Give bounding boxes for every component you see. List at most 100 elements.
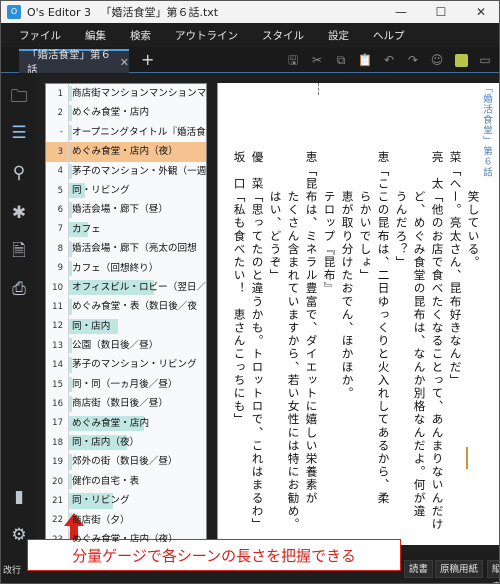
outline-row-text: 茅子のマンション・リビング xyxy=(72,359,197,371)
toolbar: 🖫 ✂ ⧉ 📋 ↶ ↷ ☺ ▭ xyxy=(281,51,497,69)
outline-list-icon[interactable]: ☰ xyxy=(7,121,31,145)
copy-icon[interactable]: ⧉ xyxy=(329,51,353,69)
menu-style[interactable]: スタイル xyxy=(250,28,316,43)
paste-icon[interactable]: 📋 xyxy=(353,51,377,69)
maximize-button[interactable]: ☐ xyxy=(421,1,461,23)
outline-row[interactable]: 21 同・リビング xyxy=(46,491,206,511)
outline-row[interactable]: 15 同・同（一ヵ月後／昼） xyxy=(46,374,206,395)
outline-row-text: 商店街マンションマンションマンシ xyxy=(72,88,206,99)
mode-reading-button[interactable]: 読書 xyxy=(404,560,434,578)
editor-header: 「婚活食堂」第６話 xyxy=(481,83,492,178)
window-title: O's Editor 3 「婚活食堂」第６話.txt xyxy=(27,4,381,20)
outline-row-text: オフィスビル・ロビー（翌日／午 xyxy=(72,281,206,293)
book-icon[interactable]: ▮ xyxy=(7,485,31,509)
editor-pane[interactable]: 「婚活食堂」第６話 笑している。 菜「へー。亮太さん、昆布好きなんだ」亮 太「他の… xyxy=(217,83,499,545)
outline-row-number: 3 xyxy=(57,146,63,157)
outline-row-text: 茅子のマンション・外観（一週 xyxy=(72,165,206,177)
outline-row-label: めぐみ食堂・表（数日後／夜 xyxy=(68,297,206,317)
outline-row-text: めぐみ食堂・店内（夜） xyxy=(72,146,178,158)
menu-edit[interactable]: 編集 xyxy=(73,28,118,43)
tab-label: 「婚活食堂」第６話 xyxy=(27,49,111,76)
outline-row[interactable]: 1 商店街マンションマンションマンシ xyxy=(46,84,206,104)
menu-file[interactable]: ファイル xyxy=(1,28,73,43)
menu-help[interactable]: ヘルプ xyxy=(361,28,417,43)
outline-row-number: 20 xyxy=(52,476,63,487)
outline-row[interactable]: 7 カフェ xyxy=(46,219,206,240)
script-line: たくさん含まれていますから、若い女性には特にお勧め。 xyxy=(286,151,301,531)
outline-row[interactable]: 12 同・店内 xyxy=(46,316,206,337)
highlight-icon[interactable] xyxy=(449,51,473,69)
outline-row-label: 商店街（夕） xyxy=(68,510,206,530)
redo-icon[interactable]: ↷ xyxy=(401,51,425,69)
script-line: 笑している。 xyxy=(466,151,481,269)
script-line: 菜「へー。亮太さん、昆布好きなんだ」 xyxy=(448,151,463,387)
script-line: はい、どうぞ」 xyxy=(268,151,283,282)
outline-row[interactable]: 13 公園（数日後／昼） xyxy=(46,336,206,356)
close-window-button[interactable]: ✕ xyxy=(461,1,499,23)
outline-row[interactable]: 10 オフィスビル・ロビー（翌日／午 xyxy=(46,277,206,298)
outline-row-number: 9 xyxy=(57,263,63,274)
outline-row[interactable]: 3 めぐみ食堂・店内（夜） xyxy=(46,142,206,162)
outline-row-text: 商店街（数日後／昼） xyxy=(72,398,168,410)
outline-row-number: 13 xyxy=(52,340,63,351)
asterisk-icon[interactable]: ✱ xyxy=(7,201,31,225)
outline-row-label: 健作の自宅・表 xyxy=(68,471,206,492)
add-tab-button[interactable]: + xyxy=(141,50,154,69)
outline-row[interactable]: 16 商店街（数日後／昼） xyxy=(46,394,206,414)
folder-icon[interactable]: 🗀 xyxy=(7,85,31,109)
outline-row[interactable]: 20 健作の自宅・表 xyxy=(46,471,206,492)
outline-row-label: めぐみ食堂・店内 xyxy=(68,103,206,123)
outline-row-text: 同・店内 xyxy=(72,320,111,332)
search-icon[interactable]: ⚲ xyxy=(7,161,31,185)
outline-row[interactable]: 4 茅子のマンション・外観（一週 xyxy=(46,161,206,181)
outline-row-label: カフェ xyxy=(68,219,206,240)
undo-icon[interactable]: ↶ xyxy=(377,51,401,69)
script-line: 恵「昆布は、ミネラル豊富で、ダイエットに嬉しい栄養素が xyxy=(304,151,319,505)
cut-icon[interactable]: ✂ xyxy=(305,51,329,69)
minimize-button[interactable]: — xyxy=(381,1,421,23)
app-icon: O xyxy=(7,5,21,19)
outline-row[interactable]: 8 婚活会場・廊下（亮太の回想 xyxy=(46,239,206,259)
outline-row[interactable]: 9 カフェ（回想終り） xyxy=(46,258,206,278)
script-line: 亮 太「他のお店で食べたくなることって、あんまりないんだけ xyxy=(430,151,445,531)
outline-row[interactable]: 14 茅子のマンション・リビング xyxy=(46,355,206,375)
outline-row-text: 商店街（夕） xyxy=(72,514,130,526)
outline-row-label: 同・店内 xyxy=(68,316,206,337)
outline-row-number: 1 xyxy=(57,88,63,99)
mode-vertical-button[interactable]: 縦書 xyxy=(487,560,499,583)
title-bar: O O's Editor 3 「婚活食堂」第６話.txt — ☐ ✕ xyxy=(1,1,499,23)
outline-row[interactable]: 2 めぐみ食堂・店内 xyxy=(46,103,206,123)
cursor-mark xyxy=(466,447,468,469)
print-icon[interactable]: ⎙ xyxy=(7,277,31,301)
menu-search[interactable]: 検索 xyxy=(118,28,163,43)
app-window: O O's Editor 3 「婚活食堂」第６話.txt — ☐ ✕ ファイル … xyxy=(0,0,500,584)
emoji-icon[interactable]: ☺ xyxy=(425,51,449,69)
outline-row-text: 公園（数日後／昼） xyxy=(72,340,159,352)
outline-row-label: 婚活会場・廊下（昼） xyxy=(68,200,206,220)
outline-row[interactable]: 19 郊外の街（数日後／昼） xyxy=(46,452,206,472)
tab-document[interactable]: 「婚活食堂」第６話 ✕ xyxy=(19,49,129,76)
outline-row[interactable]: 6 婚活会場・廊下（昼） xyxy=(46,200,206,220)
outline-row[interactable]: 11 めぐみ食堂・表（数日後／夜 xyxy=(46,297,206,317)
pdf-icon[interactable]: 🗎 xyxy=(7,239,31,263)
outline-row-text: 同・リビング xyxy=(72,184,130,196)
outline-row-label: めぐみ食堂・店内（夜） xyxy=(68,142,206,162)
tab-close-icon[interactable]: ✕ xyxy=(120,56,129,69)
outline-row-label: 茅子のマンション・リビング xyxy=(68,355,206,375)
outline-row[interactable]: 5 同・リビング xyxy=(46,180,206,201)
mode-manuscript-button[interactable]: 原稿用紙 xyxy=(435,560,484,578)
outline-row-number: 15 xyxy=(52,379,63,390)
outline-row-label: 同・店内（夜） xyxy=(68,433,206,453)
outline-row-text: めぐみ食堂・表（数日後／夜 xyxy=(72,301,198,313)
save-icon[interactable]: 🖫 xyxy=(281,51,305,69)
menu-settings[interactable]: 設定 xyxy=(316,28,361,43)
outline-row-text: カフェ xyxy=(72,223,101,235)
sidebar: 🗀 ☰ ⚲ ✱ 🗎 ⎙ ▮ ⚙ xyxy=(1,73,37,583)
outline-row[interactable]: -オープニングタイトル『婚活食堂』 xyxy=(46,122,206,143)
outline-row[interactable]: 17 めぐみ食堂・店内 xyxy=(46,413,206,434)
outline-row[interactable]: 18 同・店内（夜） xyxy=(46,433,206,453)
menu-outline[interactable]: アウトライン xyxy=(163,28,250,43)
outline-row-number: 18 xyxy=(52,437,63,448)
outline-row-text: 同・店内（夜） xyxy=(72,437,140,449)
square-icon[interactable]: ▭ xyxy=(473,51,497,69)
